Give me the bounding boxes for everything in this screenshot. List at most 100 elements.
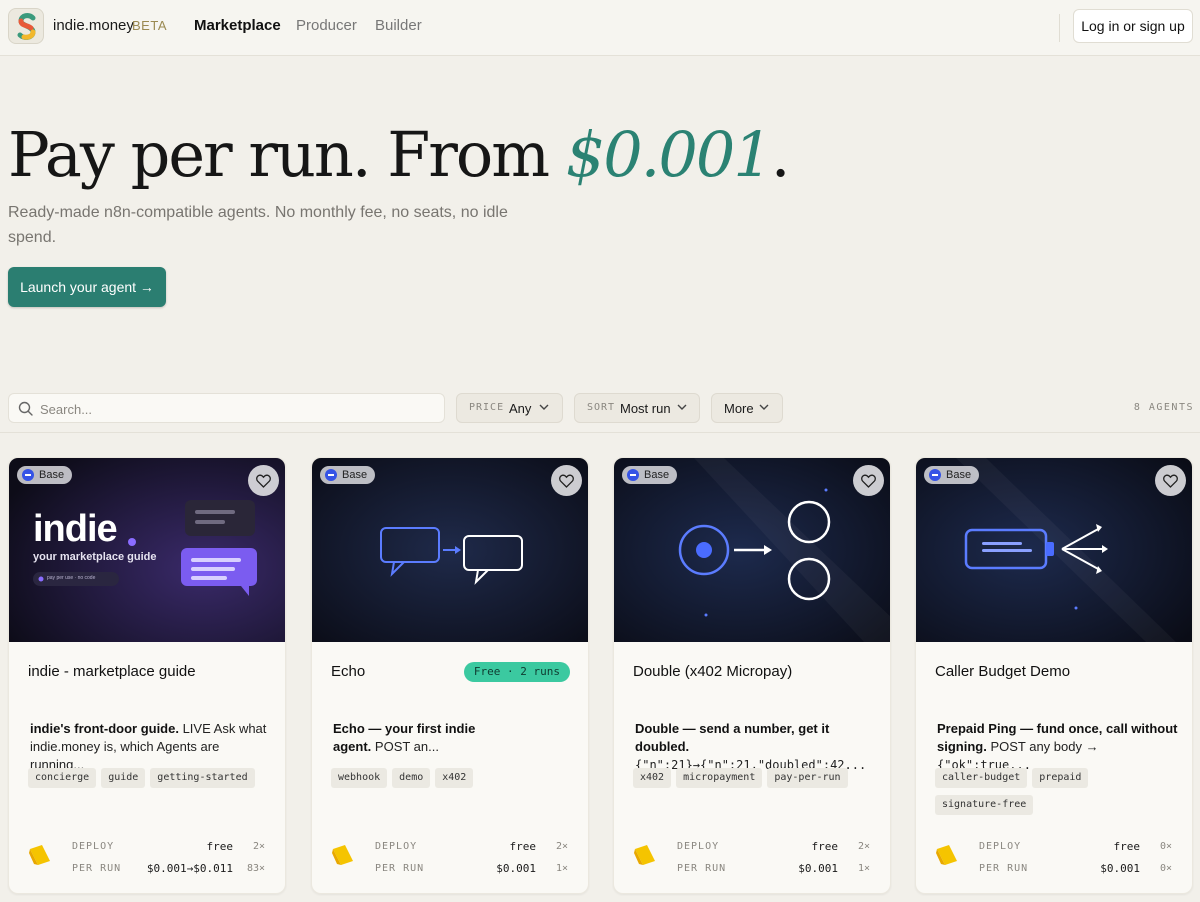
tag[interactable]: micropayment [676,768,763,788]
card-description: Echo — your first indie agent. POST an..… [333,720,493,756]
per-run-value: $0.001 [496,862,536,875]
base-chain-icon [627,469,639,481]
deploy-count: 2× [555,841,568,852]
thumb-chip: pay per use · no code [47,575,96,581]
sort-filter[interactable]: SORT Most run [574,393,700,423]
tag[interactable]: getting-started [150,768,255,788]
tag[interactable]: x402 [435,768,474,788]
tag[interactable]: demo [392,768,431,788]
heart-icon [1163,474,1178,488]
base-badge-label: Base [342,469,368,481]
deploy-label: DEPLOY [677,841,720,852]
deploy-label: DEPLOY [72,841,115,852]
base-badge: Base [320,466,376,484]
tag[interactable]: caller-budget [935,768,1028,788]
card-thumbnail: Base [312,458,588,642]
per-run-value: $0.001→$0.011 [146,862,233,875]
hero-title-prefix: Pay per run. From [8,118,566,191]
hero-title: Pay per run. From $0.001. [8,118,790,191]
price-filter[interactable]: PRICE Any [456,393,563,423]
card-description: Prepaid Ping — fund once, call without s… [937,720,1183,774]
tag[interactable]: signature-free [935,795,1034,815]
thumb-title: indie [33,508,118,550]
tag[interactable]: guide [101,768,146,788]
card-title[interactable]: indie - marketplace guide [28,663,196,680]
login-button[interactable]: Log in or sign up [1073,9,1193,43]
search-input[interactable] [40,399,430,419]
deploy-value: free [1113,840,1141,853]
logo-icon[interactable] [8,8,44,44]
favorite-button[interactable] [248,465,279,496]
agent-card-indie[interactable]: indie your marketplace guide pay per use… [8,457,286,894]
tag[interactable]: pay-per-run [767,768,848,788]
favorite-button[interactable] [853,465,884,496]
nav-builder[interactable]: Builder [375,17,422,34]
base-chain-icon [929,469,941,481]
tag[interactable]: concierge [28,768,97,788]
heart-icon [861,474,876,488]
per-run-label: PER RUN [979,863,1029,874]
price-filter-key: PRICE [469,402,505,413]
base-badge: Base [924,466,980,484]
producer-avatar-icon [29,845,50,865]
chevron-down-icon [759,404,769,410]
echo-illustration [312,458,588,642]
nav-producer[interactable]: Producer [296,17,357,34]
card-thumbnail: Base [614,458,890,642]
desc-bold: Double — send a number, get it doubled. [635,721,830,754]
caller-budget-illustration [916,458,1192,642]
free-runs-pill: Free · 2 runs [463,662,570,682]
favorite-button[interactable] [551,465,582,496]
agent-card-echo[interactable]: Base Echo Free · 2 runs Echo — your firs… [311,457,589,894]
tag-list: webhook demo x402 [331,767,581,794]
more-filter-label: More [724,401,754,416]
base-badge-label: Base [644,469,670,481]
deploy-value: free [206,840,234,853]
heart-icon [559,474,574,488]
tag[interactable]: webhook [331,768,388,788]
per-run-value: $0.001 [798,862,838,875]
agent-card-double[interactable]: Base Double (x402 Micropay) Double — sen… [613,457,891,894]
tag[interactable]: prepaid [1032,768,1089,788]
deploy-count: 0× [1159,841,1172,852]
per-run-label: PER RUN [375,863,425,874]
card-description: Double — send a number, get it doubled.{… [635,720,881,774]
agent-card-caller-budget[interactable]: Base Caller Budget Demo Prepaid Ping — f… [915,457,1193,894]
per-run-label: PER RUN [72,863,122,874]
favorite-button[interactable] [1155,465,1186,496]
section-divider [0,432,1200,433]
more-filter[interactable]: More [711,393,783,423]
card-thumbnail: indie your marketplace guide pay per use… [9,458,285,642]
sort-filter-value: Most run [620,401,671,416]
header-divider [1059,14,1060,42]
tag-list: concierge guide getting-started [28,767,278,794]
heart-icon [256,474,271,488]
search-icon [18,401,33,416]
tag[interactable]: x402 [633,768,672,788]
base-badge: Base [17,466,73,484]
card-title[interactable]: Double (x402 Micropay) [633,663,792,680]
thumb-subtitle: your marketplace guide [33,551,157,563]
per-run-value: $0.001 [1100,862,1140,875]
per-run-label: PER RUN [677,863,727,874]
top-header: indie.money BETA Marketplace Producer Bu… [0,0,1200,56]
deploy-label: DEPLOY [979,841,1022,852]
per-run-count: 0× [1159,863,1172,874]
launch-agent-button[interactable]: Launch your agent → [8,267,166,307]
brand-name[interactable]: indie.money [53,17,134,34]
search-box[interactable] [8,393,445,423]
deploy-count: 2× [857,841,870,852]
tag-list: caller-budget prepaid signature-free [935,767,1185,821]
desc-rest: POST an... [371,739,439,754]
card-description: indie's front-door guide. LIVE Ask what … [30,720,276,774]
price-filter-value: Any [509,401,532,416]
card-title[interactable]: Echo [331,663,365,680]
per-run-count: 1× [857,863,870,874]
base-chain-icon [325,469,337,481]
desc-bold: indie's front-door guide. [30,721,179,736]
base-badge: Base [622,466,678,484]
nav-marketplace[interactable]: Marketplace [194,17,281,34]
deploy-count: 2× [252,841,265,852]
card-title[interactable]: Caller Budget Demo [935,663,1070,680]
base-badge-label: Base [946,469,972,481]
